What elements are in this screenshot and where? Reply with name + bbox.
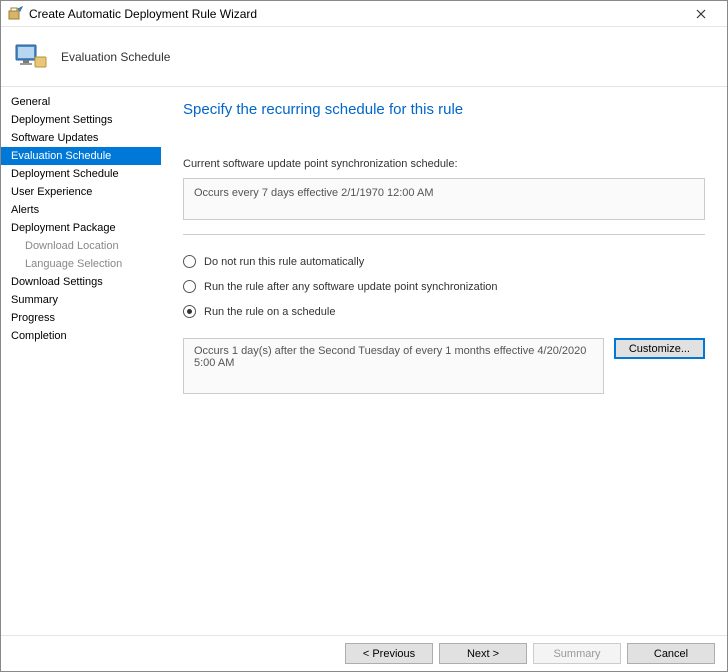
run-mode-radio-group: Do not run this rule automatically Run t… <box>183 249 705 324</box>
sidebar-item-user-experience[interactable]: User Experience <box>1 183 161 201</box>
titlebar: Create Automatic Deployment Rule Wizard <box>1 1 727 27</box>
sidebar-item-deployment-schedule[interactable]: Deployment Schedule <box>1 165 161 183</box>
radio-on-schedule[interactable]: Run the rule on a schedule <box>183 299 705 324</box>
sidebar-item-summary[interactable]: Summary <box>1 291 161 309</box>
summary-button: Summary <box>533 643 621 664</box>
page-title: Specify the recurring schedule for this … <box>183 101 705 118</box>
next-button[interactable]: Next > <box>439 643 527 664</box>
sync-schedule-label: Current software update point synchroniz… <box>183 158 705 170</box>
radio-label: Do not run this rule automatically <box>204 256 364 268</box>
radio-label: Run the rule on a schedule <box>204 306 335 318</box>
window-title: Create Automatic Deployment Rule Wizard <box>29 7 681 21</box>
previous-button[interactable]: < Previous <box>345 643 433 664</box>
cancel-button[interactable]: Cancel <box>627 643 715 664</box>
sidebar-item-language-selection[interactable]: Language Selection <box>1 255 161 273</box>
sidebar-item-download-settings[interactable]: Download Settings <box>1 273 161 291</box>
wizard-sidebar: GeneralDeployment SettingsSoftware Updat… <box>1 87 161 635</box>
sidebar-item-download-location[interactable]: Download Location <box>1 237 161 255</box>
customize-button[interactable]: Customize... <box>614 338 705 359</box>
computer-icon <box>13 39 49 75</box>
sync-schedule-value: Occurs every 7 days effective 2/1/1970 1… <box>183 178 705 220</box>
radio-icon <box>183 255 196 268</box>
separator <box>183 234 705 235</box>
sidebar-item-general[interactable]: General <box>1 93 161 111</box>
radio-label: Run the rule after any software update p… <box>204 281 498 293</box>
schedule-value: Occurs 1 day(s) after the Second Tuesday… <box>183 338 604 394</box>
radio-icon <box>183 280 196 293</box>
sidebar-item-progress[interactable]: Progress <box>1 309 161 327</box>
close-button[interactable] <box>681 2 721 26</box>
radio-after-sync[interactable]: Run the rule after any software update p… <box>183 274 705 299</box>
sidebar-item-evaluation-schedule[interactable]: Evaluation Schedule <box>1 147 161 165</box>
radio-do-not-run[interactable]: Do not run this rule automatically <box>183 249 705 274</box>
wizard-header: Evaluation Schedule <box>1 27 727 87</box>
schedule-row: Occurs 1 day(s) after the Second Tuesday… <box>183 338 705 394</box>
radio-icon <box>183 305 196 318</box>
wizard-main: Specify the recurring schedule for this … <box>161 87 727 635</box>
header-title: Evaluation Schedule <box>61 50 170 64</box>
wizard-icon <box>7 6 23 22</box>
sidebar-item-completion[interactable]: Completion <box>1 327 161 345</box>
sidebar-item-deployment-package[interactable]: Deployment Package <box>1 219 161 237</box>
sidebar-item-alerts[interactable]: Alerts <box>1 201 161 219</box>
wizard-content: GeneralDeployment SettingsSoftware Updat… <box>1 87 727 635</box>
sidebar-item-software-updates[interactable]: Software Updates <box>1 129 161 147</box>
wizard-footer: < Previous Next > Summary Cancel <box>1 635 727 671</box>
sidebar-item-deployment-settings[interactable]: Deployment Settings <box>1 111 161 129</box>
